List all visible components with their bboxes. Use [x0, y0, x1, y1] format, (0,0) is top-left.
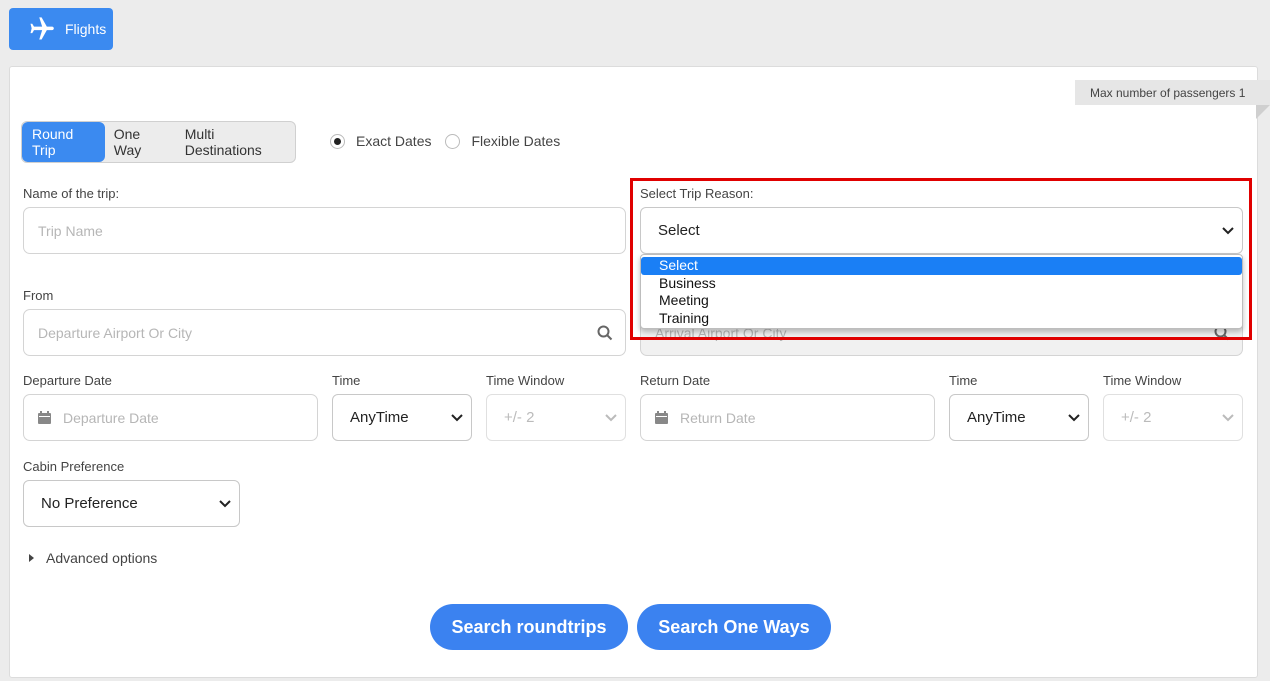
trip-reason-option-training[interactable]: Training — [641, 310, 1242, 328]
flexible-dates-radio[interactable] — [445, 133, 461, 149]
trip-reason-label: Select Trip Reason: — [640, 186, 754, 201]
departure-date-placeholder: Departure Date — [63, 409, 159, 426]
chevron-down-icon — [451, 414, 463, 422]
trip-reason-option-select[interactable]: Select — [641, 257, 1242, 275]
departure-date-label: Departure Date — [23, 373, 112, 388]
search-roundtrips-button[interactable]: Search roundtrips — [430, 604, 628, 650]
chevron-down-icon — [219, 500, 231, 508]
from-placeholder: Departure Airport Or City — [38, 324, 193, 341]
date-mode-group: Exact Dates Flexible Dates — [330, 133, 574, 149]
calendar-icon — [655, 411, 668, 424]
chevron-down-icon — [1222, 227, 1234, 235]
chevron-down-icon — [1068, 414, 1080, 422]
departure-time-label: Time — [332, 373, 361, 388]
flights-tab[interactable]: Flights — [9, 8, 113, 50]
return-time-value: AnyTime — [967, 409, 1026, 426]
flights-tab-label: Flights — [65, 21, 107, 37]
trip-reason-value: Select — [658, 222, 700, 239]
tab-multi-destinations[interactable]: Multi Destinations — [176, 122, 295, 162]
from-input[interactable]: Departure Airport Or City — [23, 309, 626, 356]
search-icon — [597, 325, 613, 341]
flexible-dates-label: Flexible Dates — [471, 133, 561, 149]
return-date-input[interactable]: Return Date — [640, 394, 935, 441]
return-window-select[interactable]: +/- 2 — [1103, 394, 1243, 441]
exact-dates-radio[interactable] — [330, 133, 345, 149]
calendar-icon — [38, 411, 51, 424]
trip-name-input[interactable]: Trip Name — [23, 207, 626, 254]
return-date-label: Return Date — [640, 373, 711, 388]
advanced-options-toggle[interactable]: Advanced options — [29, 550, 157, 566]
departure-time-select[interactable]: AnyTime — [332, 394, 472, 441]
cabin-preference-value: No Preference — [41, 495, 138, 512]
search-one-ways-button[interactable]: Search One Ways — [637, 604, 831, 650]
trip-reason-option-business[interactable]: Business — [641, 275, 1242, 293]
exact-dates-label: Exact Dates — [356, 133, 432, 149]
cabin-preference-label: Cabin Preference — [23, 459, 125, 474]
departure-window-value: +/- 2 — [504, 409, 535, 426]
caret-right-icon — [29, 554, 34, 562]
return-window-label: Time Window — [1103, 373, 1182, 388]
from-label: From — [23, 288, 54, 303]
airplane-icon — [30, 17, 54, 40]
cabin-preference-select[interactable]: No Preference — [23, 480, 240, 527]
trip-name-placeholder: Trip Name — [38, 222, 103, 239]
trip-reason-dropdown: Select Business Meeting Training — [640, 254, 1243, 329]
trip-reason-option-meeting[interactable]: Meeting — [641, 292, 1242, 310]
trip-name-label: Name of the trip: — [23, 186, 120, 201]
max-passengers-badge: Max number of passengers 1 — [1075, 80, 1270, 119]
departure-time-value: AnyTime — [350, 409, 409, 426]
return-time-select[interactable]: AnyTime — [949, 394, 1089, 441]
trip-reason-select[interactable]: Select — [640, 207, 1243, 254]
return-date-placeholder: Return Date — [680, 409, 756, 426]
return-window-value: +/- 2 — [1121, 409, 1152, 426]
return-time-label: Time — [949, 373, 978, 388]
chevron-down-icon — [605, 414, 617, 422]
departure-date-input[interactable]: Departure Date — [23, 394, 318, 441]
tab-round-trip[interactable]: Round Trip — [22, 122, 105, 162]
chevron-down-icon — [1222, 414, 1234, 422]
advanced-options-label: Advanced options — [46, 550, 158, 566]
departure-window-select[interactable]: +/- 2 — [486, 394, 626, 441]
trip-type-selector: Round Trip One Way Multi Destinations — [21, 121, 296, 163]
tab-one-way[interactable]: One Way — [105, 122, 176, 162]
departure-window-label: Time Window — [486, 373, 565, 388]
